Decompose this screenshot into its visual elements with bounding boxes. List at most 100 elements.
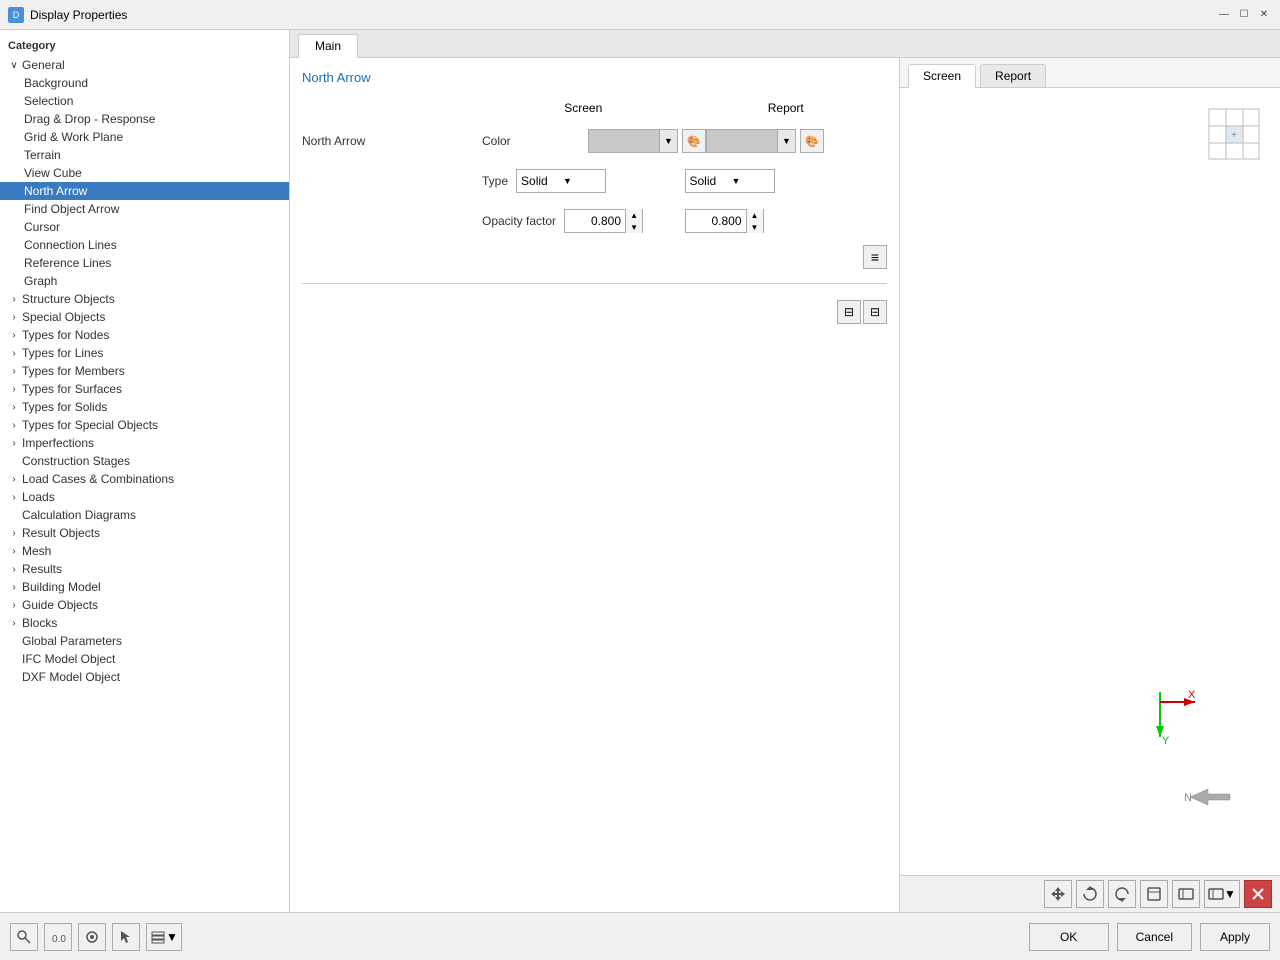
svg-text:0.00: 0.00 [52,934,66,945]
screen-opacity-up[interactable]: ▲ [626,209,642,221]
tree-item-types-solids[interactable]: › Types for Solids [0,398,289,416]
screen-color-dropdown[interactable]: ▼ [588,129,678,153]
screen-color-dropdown-arrow[interactable]: ▼ [659,130,677,152]
report-opacity-input[interactable] [686,210,746,232]
tree-item-mesh[interactable]: › Mesh [0,542,289,560]
tree-item-graph[interactable]: Graph [0,272,289,290]
title-bar: D Display Properties — ☐ ✕ [0,0,1280,30]
tree-item-building-model[interactable]: › Building Model [0,578,289,596]
tree-item-global-parameters[interactable]: Global Parameters [0,632,289,650]
preview-panel: Screen Report [900,58,1280,912]
report-color-group: ▼ 🎨 [706,129,887,153]
tree-item-grid-work-plane[interactable]: Grid & Work Plane [0,128,289,146]
tree-item-guide-objects[interactable]: › Guide Objects [0,596,289,614]
copy-all-button2[interactable]: ⊟ [863,300,887,324]
bottom-tool-1[interactable] [10,923,38,951]
ok-button[interactable]: OK [1029,923,1109,951]
bottom-tool-5[interactable]: ▼ [146,923,182,951]
toolbar-btn-6[interactable]: ▼ [1204,880,1240,908]
tree-item-types-nodes[interactable]: › Types for Nodes [0,326,289,344]
expand-arrow: › [8,473,20,485]
tree-item-structure-objects[interactable]: › Structure Objects [0,290,289,308]
bottom-left-tools: 0.00 ▼ [10,923,182,951]
toolbar-btn-2[interactable] [1076,880,1104,908]
screen-opacity-down[interactable]: ▼ [626,221,642,233]
tree-item-drag-drop[interactable]: Drag & Drop - Response [0,110,289,128]
close-button[interactable]: ✕ [1256,7,1272,23]
tree-item-reference-lines[interactable]: Reference Lines [0,254,289,272]
bottom-tool-3[interactable] [78,923,106,951]
screen-color-swatch [589,130,659,152]
report-opacity-down[interactable]: ▼ [747,221,763,233]
expand-arrow: › [8,491,20,503]
svg-text:+: + [1231,130,1237,141]
preview-bottom-toolbar: ▼ [900,875,1280,912]
divider [302,283,887,284]
copy-to-report-button[interactable]: ≡ [863,245,887,269]
main-tab-bar: Main [290,30,1280,58]
copy-all-button[interactable]: ⊟ [837,300,861,324]
bottom-tool-2[interactable]: 0.00 [44,923,72,951]
report-opacity-control[interactable]: ▲ ▼ [685,209,764,233]
tree-item-blocks[interactable]: › Blocks [0,614,289,632]
tree-item-imperfections[interactable]: › Imperfections [0,434,289,452]
tree-item-types-special-objects[interactable]: › Types for Special Objects [0,416,289,434]
toolbar-btn-5[interactable] [1172,880,1200,908]
bottom-tool-4[interactable] [112,923,140,951]
tree-item-calculation-diagrams[interactable]: Calculation Diagrams [0,506,289,524]
tree-item-find-object-arrow[interactable]: Find Object Arrow [0,200,289,218]
tree-item-results[interactable]: › Results [0,560,289,578]
minimize-button[interactable]: — [1216,7,1232,23]
cancel-button[interactable]: Cancel [1117,923,1192,951]
preview-tab-bar: Screen Report [900,58,1280,88]
bottom-right-actions: OK Cancel Apply [1029,923,1270,951]
tree-item-connection-lines[interactable]: Connection Lines [0,236,289,254]
tree-item-ifc-model-object[interactable]: IFC Model Object [0,650,289,668]
preview-tab-report[interactable]: Report [980,64,1046,87]
screen-palette-button[interactable]: 🎨 [682,129,706,153]
expand-arrow: › [8,383,20,395]
expand-arrow: › [8,347,20,359]
report-palette-button[interactable]: 🎨 [800,129,824,153]
svg-text:N: N [1184,792,1192,804]
category-header: Category [0,36,289,56]
tree-item-view-cube[interactable]: View Cube [0,164,289,182]
tab-main[interactable]: Main [298,34,358,58]
tree-item-types-surfaces[interactable]: › Types for Surfaces [0,380,289,398]
tree-item-dxf-model-object[interactable]: DXF Model Object [0,668,289,686]
tree-item-loads[interactable]: › Loads [0,488,289,506]
report-opacity-up[interactable]: ▲ [747,209,763,221]
toolbar-btn-1[interactable] [1044,880,1072,908]
toolbar-btn-3[interactable] [1108,880,1136,908]
tree-item-types-members[interactable]: › Types for Members [0,362,289,380]
tree-item-general[interactable]: ∨ General [0,56,289,74]
tree-item-result-objects[interactable]: › Result Objects [0,524,289,542]
report-color-swatch [707,130,777,152]
preview-tab-screen[interactable]: Screen [908,64,976,88]
report-type-dropdown[interactable]: Solid ▼ [685,169,775,193]
report-color-dropdown[interactable]: ▼ [706,129,796,153]
tree-item-north-arrow[interactable]: North Arrow [0,182,289,200]
section-title: North Arrow [302,70,887,85]
tree-item-background[interactable]: Background [0,74,289,92]
tree-item-construction-stages[interactable]: Construction Stages [0,452,289,470]
tree-item-special-objects[interactable]: › Special Objects [0,308,289,326]
tree-item-terrain[interactable]: Terrain [0,146,289,164]
expand-arrow: › [8,545,20,557]
axis-preview: Y X [1130,682,1200,755]
tree-item-cursor[interactable]: Cursor [0,218,289,236]
tree-item-selection[interactable]: Selection [0,92,289,110]
screen-opacity-control[interactable]: ▲ ▼ [564,209,643,233]
apply-button[interactable]: Apply [1200,923,1270,951]
screen-col-header: Screen [482,101,685,115]
left-panel: Category ∨ General Background Selection … [0,30,290,912]
report-col-header: Report [685,101,888,115]
toolbar-btn-4[interactable] [1140,880,1168,908]
report-color-dropdown-arrow[interactable]: ▼ [777,130,795,152]
screen-opacity-input[interactable] [565,210,625,232]
toolbar-btn-7[interactable] [1244,880,1272,908]
maximize-button[interactable]: ☐ [1236,7,1252,23]
tree-item-load-cases-combinations[interactable]: › Load Cases & Combinations [0,470,289,488]
screen-type-dropdown[interactable]: Solid ▼ [516,169,606,193]
tree-item-types-lines[interactable]: › Types for Lines [0,344,289,362]
